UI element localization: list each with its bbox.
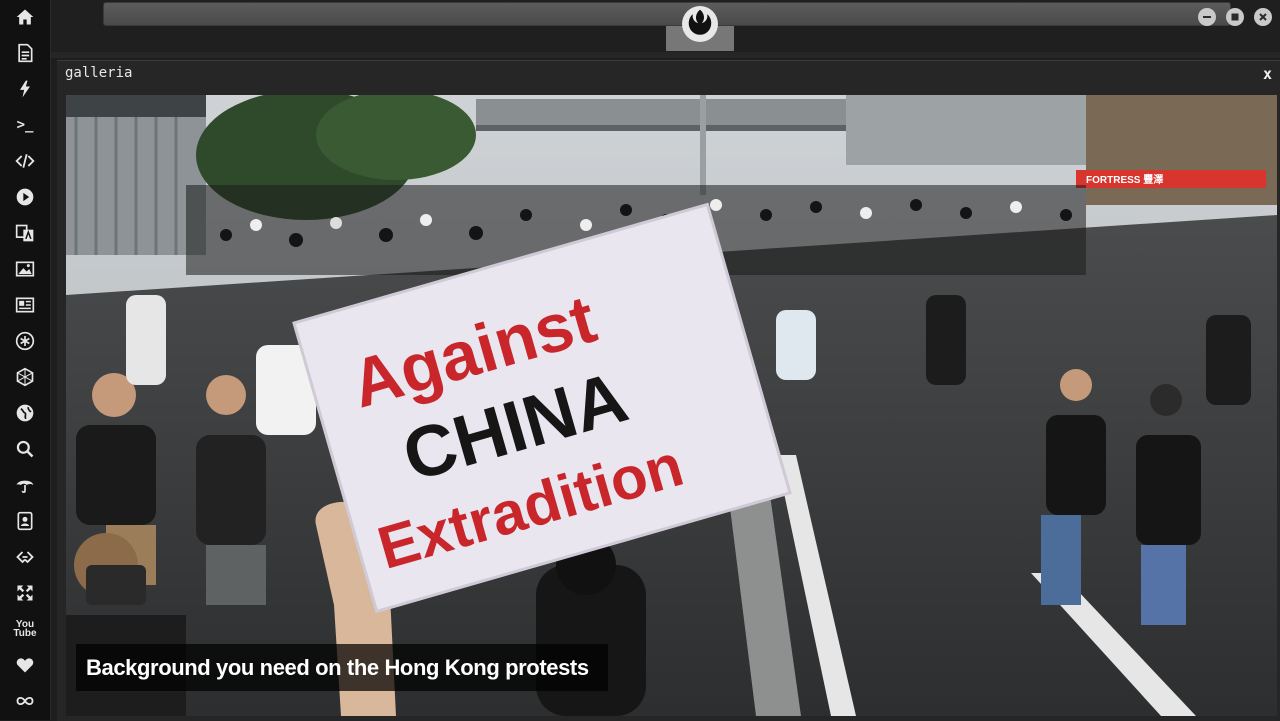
protest-photo-illustration: FORTRESS 豐澤 Against CHINA Extradition	[66, 95, 1277, 716]
photo-caption[interactable]: Background you need on the Hong Kong pro…	[76, 644, 608, 691]
youtube-icon[interactable]: You Tube	[13, 617, 37, 641]
logo-tab[interactable]	[666, 0, 734, 52]
search-icon[interactable]	[13, 437, 37, 461]
translate-icon[interactable]	[13, 221, 37, 245]
galleria-panel: galleria x FORTRESS 豐澤 Against CHINA Ext…	[57, 60, 1280, 721]
minimize-button[interactable]	[1198, 8, 1216, 26]
code-icon[interactable]	[13, 149, 37, 173]
link-icon[interactable]	[13, 545, 37, 569]
sidebar-rail: >_ You Tube	[0, 0, 51, 720]
panel-close-button[interactable]: x	[1263, 65, 1272, 83]
home-icon[interactable]	[13, 5, 37, 29]
image-icon[interactable]	[13, 257, 37, 281]
maximize-button[interactable]	[1226, 8, 1244, 26]
play-icon[interactable]	[13, 185, 37, 209]
panel-title: galleria	[65, 65, 133, 81]
umbrella-icon[interactable]	[13, 473, 37, 497]
news-icon[interactable]	[13, 293, 37, 317]
gallery-photo[interactable]: FORTRESS 豐澤 Against CHINA Extradition Ba…	[66, 95, 1277, 716]
shop-sign-text: FORTRESS 豐澤	[1086, 173, 1163, 186]
infinity-icon[interactable]	[13, 689, 37, 713]
globe-icon[interactable]	[13, 401, 37, 425]
close-window-button[interactable]	[1254, 8, 1272, 26]
bolt-icon[interactable]	[13, 77, 37, 101]
terminal-icon[interactable]: >_	[13, 113, 37, 137]
toolbar-divider	[51, 52, 1280, 58]
expand-icon[interactable]	[13, 581, 37, 605]
rebel-alliance-logo-icon	[682, 6, 718, 42]
snowflake-icon[interactable]	[13, 329, 37, 353]
document-icon[interactable]	[13, 41, 37, 65]
top-bar	[51, 0, 1280, 52]
heart-icon[interactable]	[13, 653, 37, 677]
hexagon-icon[interactable]	[13, 365, 37, 389]
contact-icon[interactable]	[13, 509, 37, 533]
